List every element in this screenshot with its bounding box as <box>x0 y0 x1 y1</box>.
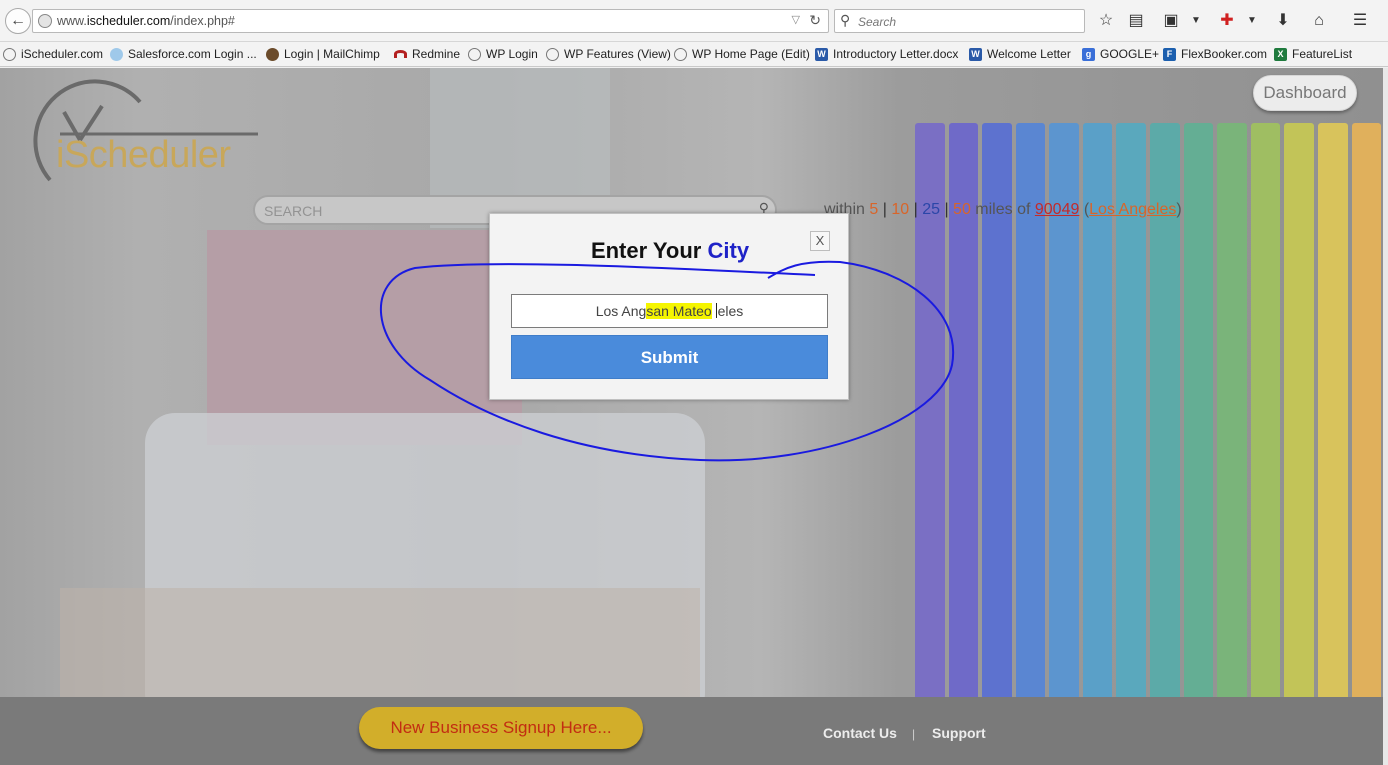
bookmark-item[interactable]: WP Home Page (Edit) <box>674 47 810 61</box>
salesforce-icon <box>110 47 123 61</box>
radius-separator: | <box>882 201 887 218</box>
menu-icon[interactable]: ☰ <box>1349 9 1371 33</box>
city-input-text-before: Los Ang <box>595 303 647 319</box>
radius-separator: | <box>944 201 949 218</box>
ischeduler-icon <box>3 47 16 61</box>
site-search-placeholder: SEARCH <box>264 203 323 219</box>
bookmark-item[interactable]: W Introductory Letter.docx <box>815 47 958 61</box>
bookmark-label: FlexBooker.com <box>1181 47 1268 61</box>
support-link[interactable]: Support <box>932 725 986 741</box>
bookmark-item[interactable]: iScheduler.com <box>3 47 103 61</box>
bookmarks-bar: iScheduler.com Salesforce.com Login ... … <box>0 42 1388 67</box>
submit-button[interactable]: Submit <box>511 335 828 379</box>
modal-title: Enter Your City <box>490 238 850 264</box>
city-link[interactable]: Los Angeles <box>1089 201 1176 218</box>
footer: New Business Signup Here... Contact Us |… <box>0 697 1383 765</box>
wordpress-icon <box>546 47 559 61</box>
url-text: www.ischeduler.com/index.php# <box>57 14 235 28</box>
addon-cross-icon[interactable]: ✚ <box>1216 9 1238 33</box>
star-bookmark-icon[interactable]: ☆ <box>1095 9 1117 33</box>
bookmark-label: FeatureList <box>1292 47 1353 61</box>
bookmark-item[interactable]: X FeatureList <box>1274 47 1352 61</box>
bookmark-label: Welcome Letter <box>987 47 1071 61</box>
city-input[interactable]: Los Angsan Mateo eles <box>511 294 828 328</box>
city-input-highlighted-text: san Mateo <box>646 303 712 319</box>
save-icon[interactable]: ▣ <box>1160 9 1182 33</box>
save-dropdown-icon[interactable]: ▼ <box>1185 9 1207 33</box>
business-signup-button[interactable]: New Business Signup Here... <box>359 707 643 749</box>
bookmark-item[interactable]: g GOOGLE+ <box>1082 47 1159 61</box>
addon-dropdown-icon[interactable]: ▼ <box>1241 9 1263 33</box>
page-content: iScheduler Dashboard SEARCH ⚲ within 5 |… <box>0 68 1383 765</box>
browser-search-placeholder: Search <box>858 15 897 29</box>
bookmark-item[interactable]: W Welcome Letter <box>969 47 1071 61</box>
zip-link[interactable]: 90049 <box>1035 201 1080 218</box>
bookmark-label: Redmine <box>412 47 461 61</box>
enter-city-modal: X Enter Your City Los Angsan Mateo eles … <box>489 213 849 400</box>
radius-separator: | <box>913 201 918 218</box>
bookmark-label: Introductory Letter.docx <box>833 47 959 61</box>
bookmark-item[interactable]: F FlexBooker.com <box>1163 47 1267 61</box>
browser-search-input[interactable]: ⚲ Search <box>834 9 1085 33</box>
bookmark-item[interactable]: WP Login <box>468 47 538 61</box>
bookmark-label: iScheduler.com <box>21 47 104 61</box>
radius-filter: within 5 | 10 | 25 | 50 miles of 90049 (… <box>824 201 1182 218</box>
modal-title-highlight: City <box>707 238 750 263</box>
redmine-icon <box>394 50 407 58</box>
bookmark-label: GOOGLE+ <box>1100 47 1160 61</box>
radius-option-50[interactable]: 50 <box>953 201 971 218</box>
reading-list-icon[interactable]: ▤ <box>1125 9 1147 33</box>
background-photo-shape <box>60 588 700 708</box>
history-dropdown-icon[interactable]: ▽ <box>792 13 800 26</box>
browser-toolbar: ← www.ischeduler.com/index.php# ▽ ↻ ⚲ Se… <box>0 0 1388 42</box>
back-arrow-icon[interactable]: ← <box>5 8 31 34</box>
excel-icon: X <box>1274 47 1287 61</box>
radius-option-25[interactable]: 25 <box>922 201 940 218</box>
page-scrollbar[interactable] <box>1383 68 1388 765</box>
bookmark-label: Salesforce.com Login ... <box>128 47 257 61</box>
bookmark-item[interactable]: Redmine <box>394 47 460 61</box>
logo-text: iScheduler <box>56 134 231 176</box>
download-icon[interactable]: ⬇ <box>1272 9 1294 33</box>
globe-icon <box>38 14 52 28</box>
text-caret <box>715 303 717 318</box>
word-icon: W <box>815 47 828 61</box>
bookmark-item[interactable]: Salesforce.com Login ... <box>110 47 257 61</box>
bookmark-label: WP Login <box>486 47 538 61</box>
modal-title-prefix: Enter Your <box>590 238 702 263</box>
word-icon: W <box>969 47 982 61</box>
wordpress-icon <box>674 47 687 61</box>
home-icon[interactable]: ⌂ <box>1308 9 1330 33</box>
bookmark-label: Login | MailChimp <box>284 47 380 61</box>
bookmark-label: WP Home Page (Edit) <box>692 47 810 61</box>
mailchimp-icon <box>266 47 279 61</box>
radius-option-10[interactable]: 10 <box>891 201 909 218</box>
address-bar[interactable]: www.ischeduler.com/index.php# ▽ ↻ <box>32 9 829 33</box>
bookmark-item[interactable]: WP Features (View) <box>546 47 671 61</box>
miles-of-label: miles of <box>975 201 1031 218</box>
wordpress-icon <box>468 47 481 61</box>
bookmark-item[interactable]: Login | MailChimp <box>266 47 380 61</box>
footer-separator: | <box>912 727 916 741</box>
dashboard-button[interactable]: Dashboard <box>1253 75 1357 111</box>
city-input-text-after: eles <box>717 303 744 319</box>
google-icon: g <box>1082 47 1095 61</box>
reload-icon[interactable]: ↻ <box>809 12 821 29</box>
bookmark-label: WP Features (View) <box>564 47 671 61</box>
search-icon: ⚲ <box>840 12 851 28</box>
radius-option-5[interactable]: 5 <box>869 201 878 218</box>
flexbooker-icon: F <box>1163 47 1176 61</box>
contact-us-link[interactable]: Contact Us <box>823 725 897 741</box>
